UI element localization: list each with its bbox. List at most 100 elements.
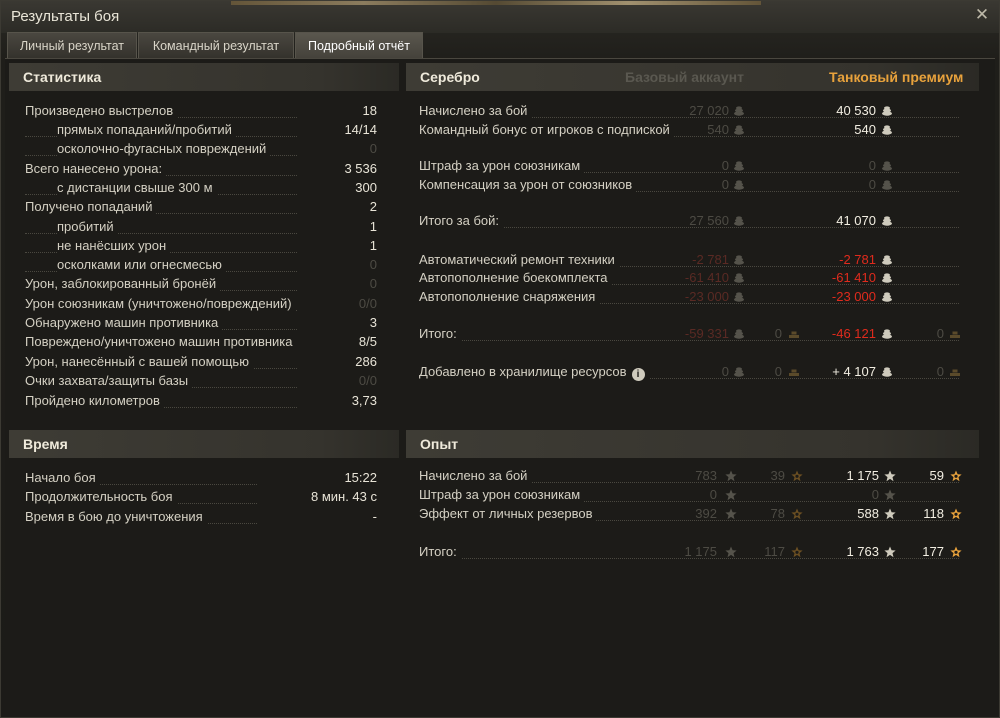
stat-row: Всего нанесено урона: 3 536 xyxy=(25,160,377,178)
silver-row: Добавлено в хранилище ресурсов i 0 + 4 107 0… xyxy=(419,363,979,381)
silver-label: Начислено за бой xyxy=(419,102,532,120)
stat-value: 286 xyxy=(297,353,377,371)
experience-label: Эффект от личных резервов xyxy=(419,505,597,523)
basic-credits-value: 27 020 xyxy=(689,103,729,118)
free-xp-star-icon xyxy=(791,546,803,558)
basic-free-xp-value: 117 xyxy=(764,544,785,559)
report-content: Статистика Произведено выстрелов 18 прямых… xyxy=(5,58,995,715)
premium-gold-value: 0 xyxy=(936,364,944,379)
silver-label: Автоматический ремонт техники xyxy=(419,251,619,269)
silver-label-text: Итого за бой: xyxy=(419,213,500,228)
xp-star-icon xyxy=(725,489,737,501)
gold-icon xyxy=(789,369,799,376)
credits-icon xyxy=(882,255,892,265)
time-row: Начало боя 15:22 xyxy=(25,469,377,487)
stat-row: не нанёсших урон 1 xyxy=(25,237,377,255)
stat-label: Произведено выстрелов xyxy=(25,102,178,120)
tab-team-result[interactable]: Командный результат xyxy=(138,32,294,58)
premium-credits-value: 41 070 xyxy=(836,213,876,228)
silver-label-text: Автопополнение боекомплекта xyxy=(419,270,608,285)
stat-label: Урон, заблокированный бронёй xyxy=(25,275,221,293)
stat-value: 300 xyxy=(297,179,377,197)
time-label: Продолжительность боя xyxy=(25,488,177,506)
stat-label: Очки захвата/защиты базы xyxy=(25,372,193,390)
experience-row: Эффект от личных резервов 392 588 78 118 xyxy=(419,505,979,523)
experience-label: Итого: xyxy=(419,543,461,561)
silver-label-text: Штраф за урон союзникам xyxy=(419,158,581,173)
basic-credits-value: -23 000 xyxy=(684,289,729,304)
stat-value: 18 xyxy=(297,102,377,120)
silver-row: Итого: -59 331 -46 121 0 0 xyxy=(419,325,979,343)
silver-label-text: Компенсация за урон от союзников xyxy=(419,177,633,192)
experience-header-label: Опыт xyxy=(420,436,459,452)
free-xp-star-icon xyxy=(791,508,803,520)
silver-label: Компенсация за урон от союзников xyxy=(419,176,637,194)
xp-star-icon xyxy=(884,470,896,482)
stat-value: 0/0 xyxy=(297,372,377,390)
time-header: Время xyxy=(9,430,399,458)
stat-label: прямых попаданий/пробитий xyxy=(57,121,236,139)
gold-icon xyxy=(950,369,960,376)
premium-gold-value: 0 xyxy=(936,326,944,341)
experience-label: Штраф за урон союзникам xyxy=(419,486,585,504)
stat-row: Очки захвата/защиты базы 0/0 xyxy=(25,372,377,390)
silver-label-text: Итого: xyxy=(419,326,457,341)
credits-icon xyxy=(734,255,744,265)
stat-label: Пройдено километров xyxy=(25,392,164,410)
stat-value: 8/5 xyxy=(297,333,377,351)
stat-label: пробитий xyxy=(57,218,118,236)
time-header-label: Время xyxy=(23,436,68,452)
basic-credits-value: 0 xyxy=(721,364,729,379)
credits-icon xyxy=(882,180,892,190)
window-title: Результаты боя xyxy=(11,8,120,25)
tab-detailed-report[interactable]: Подробный отчёт xyxy=(295,32,423,58)
premium-free-xp-value: 118 xyxy=(923,506,944,521)
credits-icon xyxy=(882,329,892,339)
basic-xp-value: 392 xyxy=(695,506,717,521)
credits-icon xyxy=(734,161,744,171)
time-value: - xyxy=(257,508,377,526)
stat-row: прямых попаданий/пробитий 14/14 xyxy=(25,121,377,139)
stat-label: Урон, нанесённый с вашей помощью xyxy=(25,353,253,371)
stat-row: Повреждено/уничтожено машин противника 8/… xyxy=(25,333,377,351)
silver-row: Командный бонус от игроков с подпиской 54… xyxy=(419,121,979,139)
stat-value: 3 536 xyxy=(297,160,377,178)
silver-label-text: Добавлено в хранилище ресурсов xyxy=(419,364,627,379)
stat-row: Урон союзникам (уничтожено/повреждений) 0… xyxy=(25,295,377,313)
stat-row: Произведено выстрелов 18 xyxy=(25,102,377,120)
tab-personal-result[interactable]: Личный результат xyxy=(7,32,137,58)
free-xp-star-icon xyxy=(950,546,962,558)
experience-header: Опыт xyxy=(406,430,979,458)
time-label: Время в бою до уничтожения xyxy=(25,508,207,526)
silver-label: Итого: xyxy=(419,325,461,343)
basic-xp-value: 783 xyxy=(695,468,717,483)
basic-credits-value: 27 560 xyxy=(689,213,729,228)
xp-star-icon xyxy=(884,489,896,501)
stat-row: осколочно-фугасных повреждений 0 xyxy=(25,140,377,158)
background-strip xyxy=(231,1,761,5)
stat-value: 0 xyxy=(297,140,377,158)
silver-label-text: Начислено за бой xyxy=(419,103,528,118)
stat-value: 14/14 xyxy=(297,121,377,139)
stat-label: Получено попаданий xyxy=(25,198,157,216)
silver-header: Серебро Базовый аккаунт Танковый премиум xyxy=(406,63,979,91)
credits-icon xyxy=(882,161,892,171)
stat-value: 3,73 xyxy=(297,392,377,410)
credits-icon xyxy=(882,125,892,135)
premium-credits-value: -61 410 xyxy=(831,270,876,285)
free-xp-star-icon xyxy=(950,508,962,520)
premium-credits-value: -2 781 xyxy=(839,252,876,267)
gold-icon xyxy=(950,331,960,338)
title-bar: Результаты боя ✕ xyxy=(1,1,999,33)
basic-credits-value: 0 xyxy=(721,177,729,192)
basic-free-xp-value: 78 xyxy=(770,506,785,521)
stat-row: Урон, нанесённый с вашей помощью 286 xyxy=(25,353,377,371)
experience-row: Начислено за бой 783 1 175 39 59 xyxy=(419,467,979,485)
basic-credits-value: -59 331 xyxy=(684,326,729,341)
free-xp-star-icon xyxy=(950,470,962,482)
close-icon[interactable]: ✕ xyxy=(974,6,990,23)
premium-credits-value: -23 000 xyxy=(831,289,876,304)
stat-row: Получено попаданий 2 xyxy=(25,198,377,216)
xp-star-icon xyxy=(725,508,737,520)
basic-credits-value: 0 xyxy=(721,158,729,173)
